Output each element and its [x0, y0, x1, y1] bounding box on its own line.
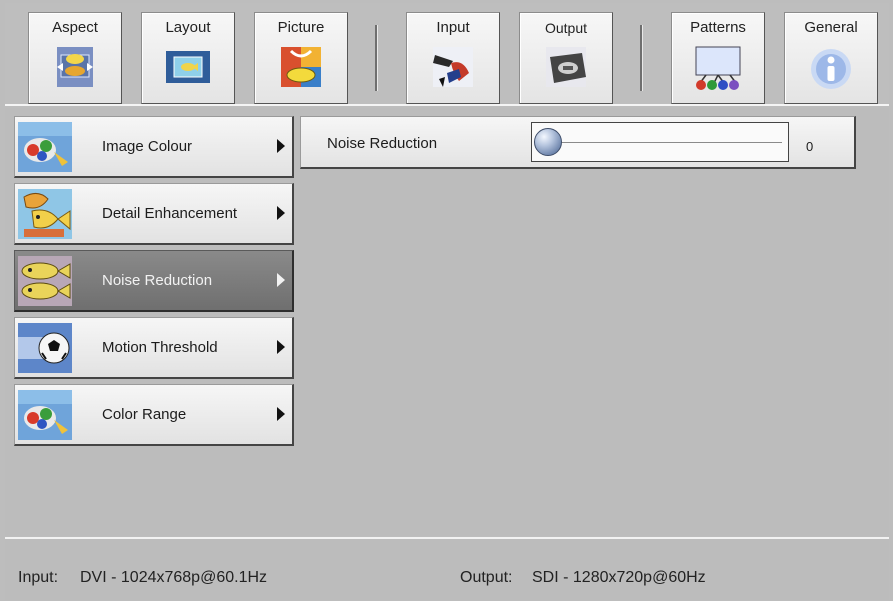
- setting-value: 0: [806, 139, 814, 154]
- picture-button[interactable]: Picture: [254, 12, 348, 104]
- input-status-value: DVI - 1024x768p@60.1Hz: [80, 569, 268, 586]
- noise-reduction-slider[interactable]: [531, 122, 789, 162]
- patterns-button-label: Patterns: [690, 19, 746, 36]
- noise-reduction-icon: [18, 256, 72, 306]
- color-range-icon: [18, 390, 72, 440]
- main-panel: Image Colour Detail Enhancement Noise Re…: [5, 108, 889, 536]
- menu-item-label: Noise Reduction: [102, 272, 213, 289]
- noise-reduction-setting: Noise Reduction 0: [300, 116, 856, 169]
- toolbar-divider: [375, 25, 378, 91]
- chevron-right-icon: [277, 206, 285, 220]
- menu-item-label: Color Range: [102, 406, 187, 423]
- menu-item-color-range[interactable]: Color Range: [14, 384, 294, 446]
- general-button-label: General: [804, 19, 858, 36]
- patterns-icon: [695, 46, 741, 90]
- image-colour-icon: [18, 122, 72, 172]
- general-icon: [811, 49, 851, 89]
- aspect-icon: [57, 47, 93, 87]
- status-bar: Input: DVI - 1024x768p@60.1Hz Output: SD…: [5, 537, 889, 600]
- input-button[interactable]: Input: [406, 12, 500, 104]
- toolbar-divider: [640, 25, 643, 91]
- output-icon: [546, 47, 586, 87]
- picture-button-label: Picture: [277, 19, 325, 36]
- slider-knob[interactable]: [534, 128, 562, 156]
- aspect-button-label: Aspect: [52, 19, 98, 36]
- layout-button[interactable]: Layout: [141, 12, 235, 104]
- detail-enhancement-icon: [18, 189, 72, 239]
- menu-item-label: Image Colour: [102, 138, 193, 155]
- aspect-button[interactable]: Aspect: [28, 12, 122, 104]
- input-button-label: Input: [436, 19, 470, 36]
- picture-icon: [281, 47, 321, 87]
- menu-item-noise-reduction[interactable]: Noise Reduction: [14, 250, 294, 312]
- setting-label: Noise Reduction: [327, 135, 438, 152]
- input-icon: [433, 47, 473, 87]
- top-toolbar: Aspect Layout Picture Input Output Patte…: [5, 3, 889, 106]
- output-status-value: SDI - 1280x720p@60Hz: [532, 569, 706, 586]
- menu-item-motion-threshold[interactable]: Motion Threshold: [14, 317, 294, 379]
- patterns-button[interactable]: Patterns: [671, 12, 765, 104]
- menu-item-label: Detail Enhancement: [102, 205, 238, 222]
- chevron-right-icon: [277, 139, 285, 153]
- output-status-label: Output:: [460, 569, 513, 586]
- output-button-label: Output: [544, 20, 588, 36]
- menu-item-detail-enhancement[interactable]: Detail Enhancement: [14, 183, 294, 245]
- menu-item-label: Motion Threshold: [102, 339, 218, 356]
- layout-button-label: Layout: [165, 19, 211, 36]
- layout-icon: [166, 51, 210, 83]
- chevron-right-icon: [277, 407, 285, 421]
- motion-threshold-icon: [18, 323, 72, 373]
- menu-item-image-colour[interactable]: Image Colour: [14, 116, 294, 178]
- slider-groove: [544, 142, 782, 143]
- chevron-right-icon: [277, 340, 285, 354]
- general-button[interactable]: General: [784, 12, 878, 104]
- input-status-label: Input:: [18, 569, 59, 586]
- chevron-right-icon: [277, 273, 285, 287]
- output-button[interactable]: Output: [519, 12, 613, 104]
